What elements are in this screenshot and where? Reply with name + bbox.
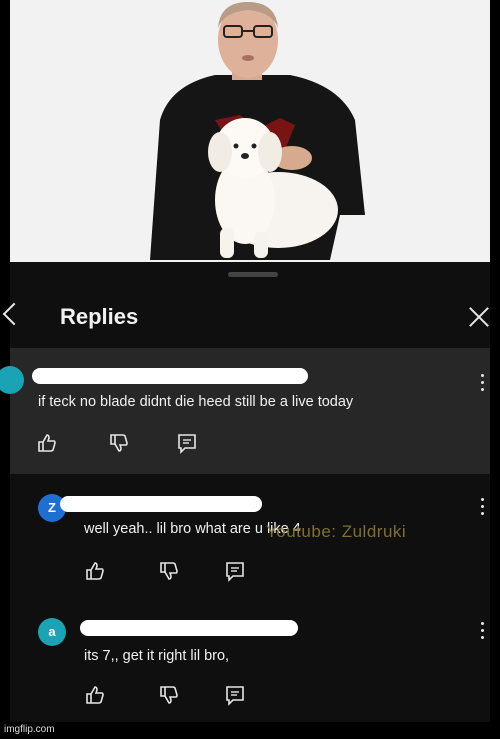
author-name-redacted [80, 620, 298, 636]
thumbs-up-icon[interactable] [84, 560, 106, 582]
more-vertical-icon[interactable] [481, 498, 485, 516]
thumbs-up-icon[interactable] [36, 432, 58, 454]
video-thumbnail-illustration [10, 0, 490, 262]
thumbs-down-icon[interactable] [158, 560, 180, 582]
reply-icon[interactable] [224, 560, 246, 582]
drag-handle[interactable] [228, 272, 278, 277]
back-chevron-icon[interactable] [2, 302, 26, 326]
more-vertical-icon[interactable] [481, 622, 485, 640]
more-vertical-icon[interactable] [481, 374, 485, 392]
panel-header: Replies [2, 282, 490, 346]
avatar[interactable]: a [38, 618, 66, 646]
author-name-redacted [32, 368, 308, 384]
reply-item: Z well yeah.. lil bro what are u like 4 [10, 484, 490, 604]
imgflip-credit: imgflip.com [4, 724, 55, 735]
author-name-redacted [60, 496, 262, 512]
avatar[interactable] [0, 366, 24, 394]
reply-item: a its 7,, get it right lil bro, [10, 606, 490, 726]
video-frame[interactable] [10, 0, 490, 262]
thumbs-down-icon[interactable] [158, 684, 180, 706]
comment-actions [36, 432, 206, 454]
reply-actions [84, 560, 254, 582]
panel-title: Replies [60, 304, 139, 329]
close-icon[interactable] [468, 306, 490, 328]
thumbs-down-icon[interactable] [108, 432, 130, 454]
thumbs-up-icon[interactable] [84, 684, 106, 706]
reply-actions [84, 684, 254, 706]
reply-icon[interactable] [176, 432, 198, 454]
comment-text: if teck no blade didnt die heed still be… [38, 394, 354, 410]
watermark: Youtube: Zuldruki [266, 522, 407, 541]
reply-text: its 7,, get it right lil bro, [84, 648, 230, 664]
reply-icon[interactable] [224, 684, 246, 706]
parent-comment: if teck no blade didnt die heed still be… [0, 348, 490, 474]
replies-panel: Replies if teck no blade didnt die heed … [0, 262, 490, 722]
